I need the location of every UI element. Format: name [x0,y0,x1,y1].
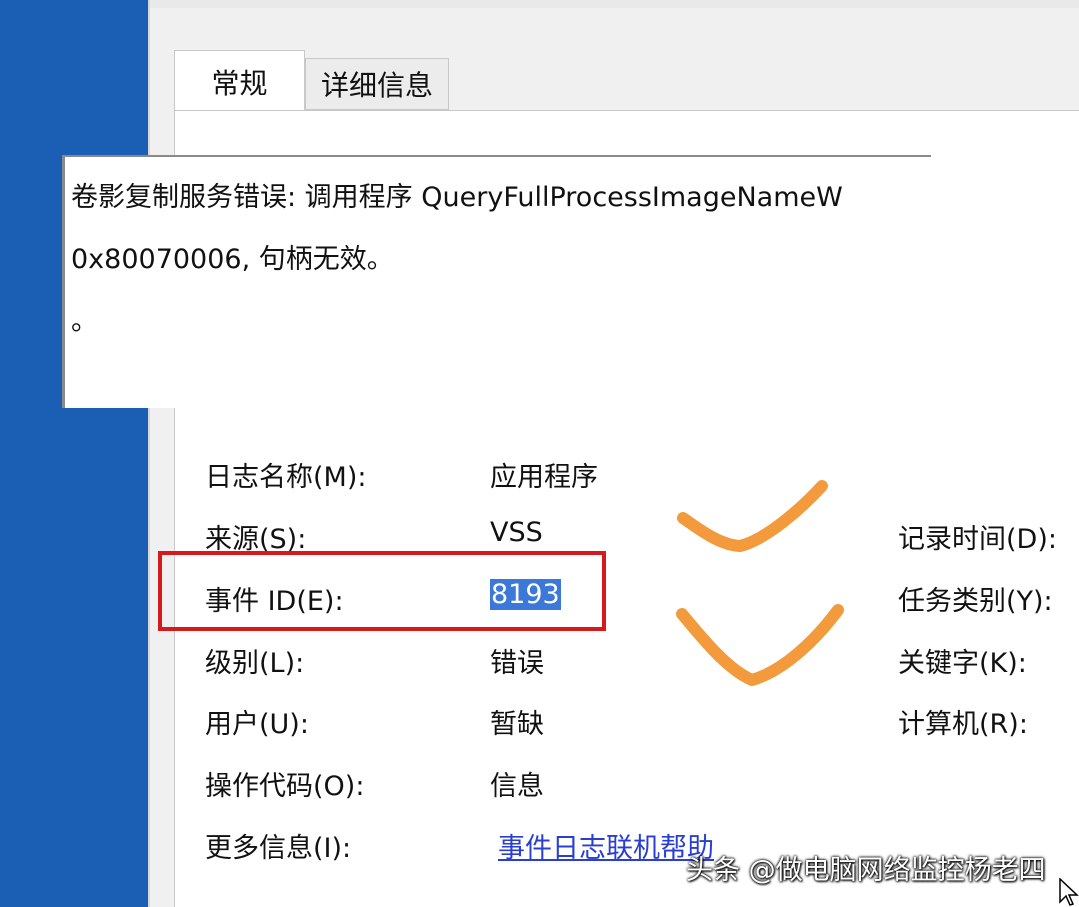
checkmark-icon-2 [676,604,844,686]
watermark-text: 头条 @做电脑网络监控杨老四 [686,855,1046,886]
mouse-pointer-icon [1059,878,1079,906]
annotation-marks [676,480,844,686]
checkmark-icon [677,480,828,552]
